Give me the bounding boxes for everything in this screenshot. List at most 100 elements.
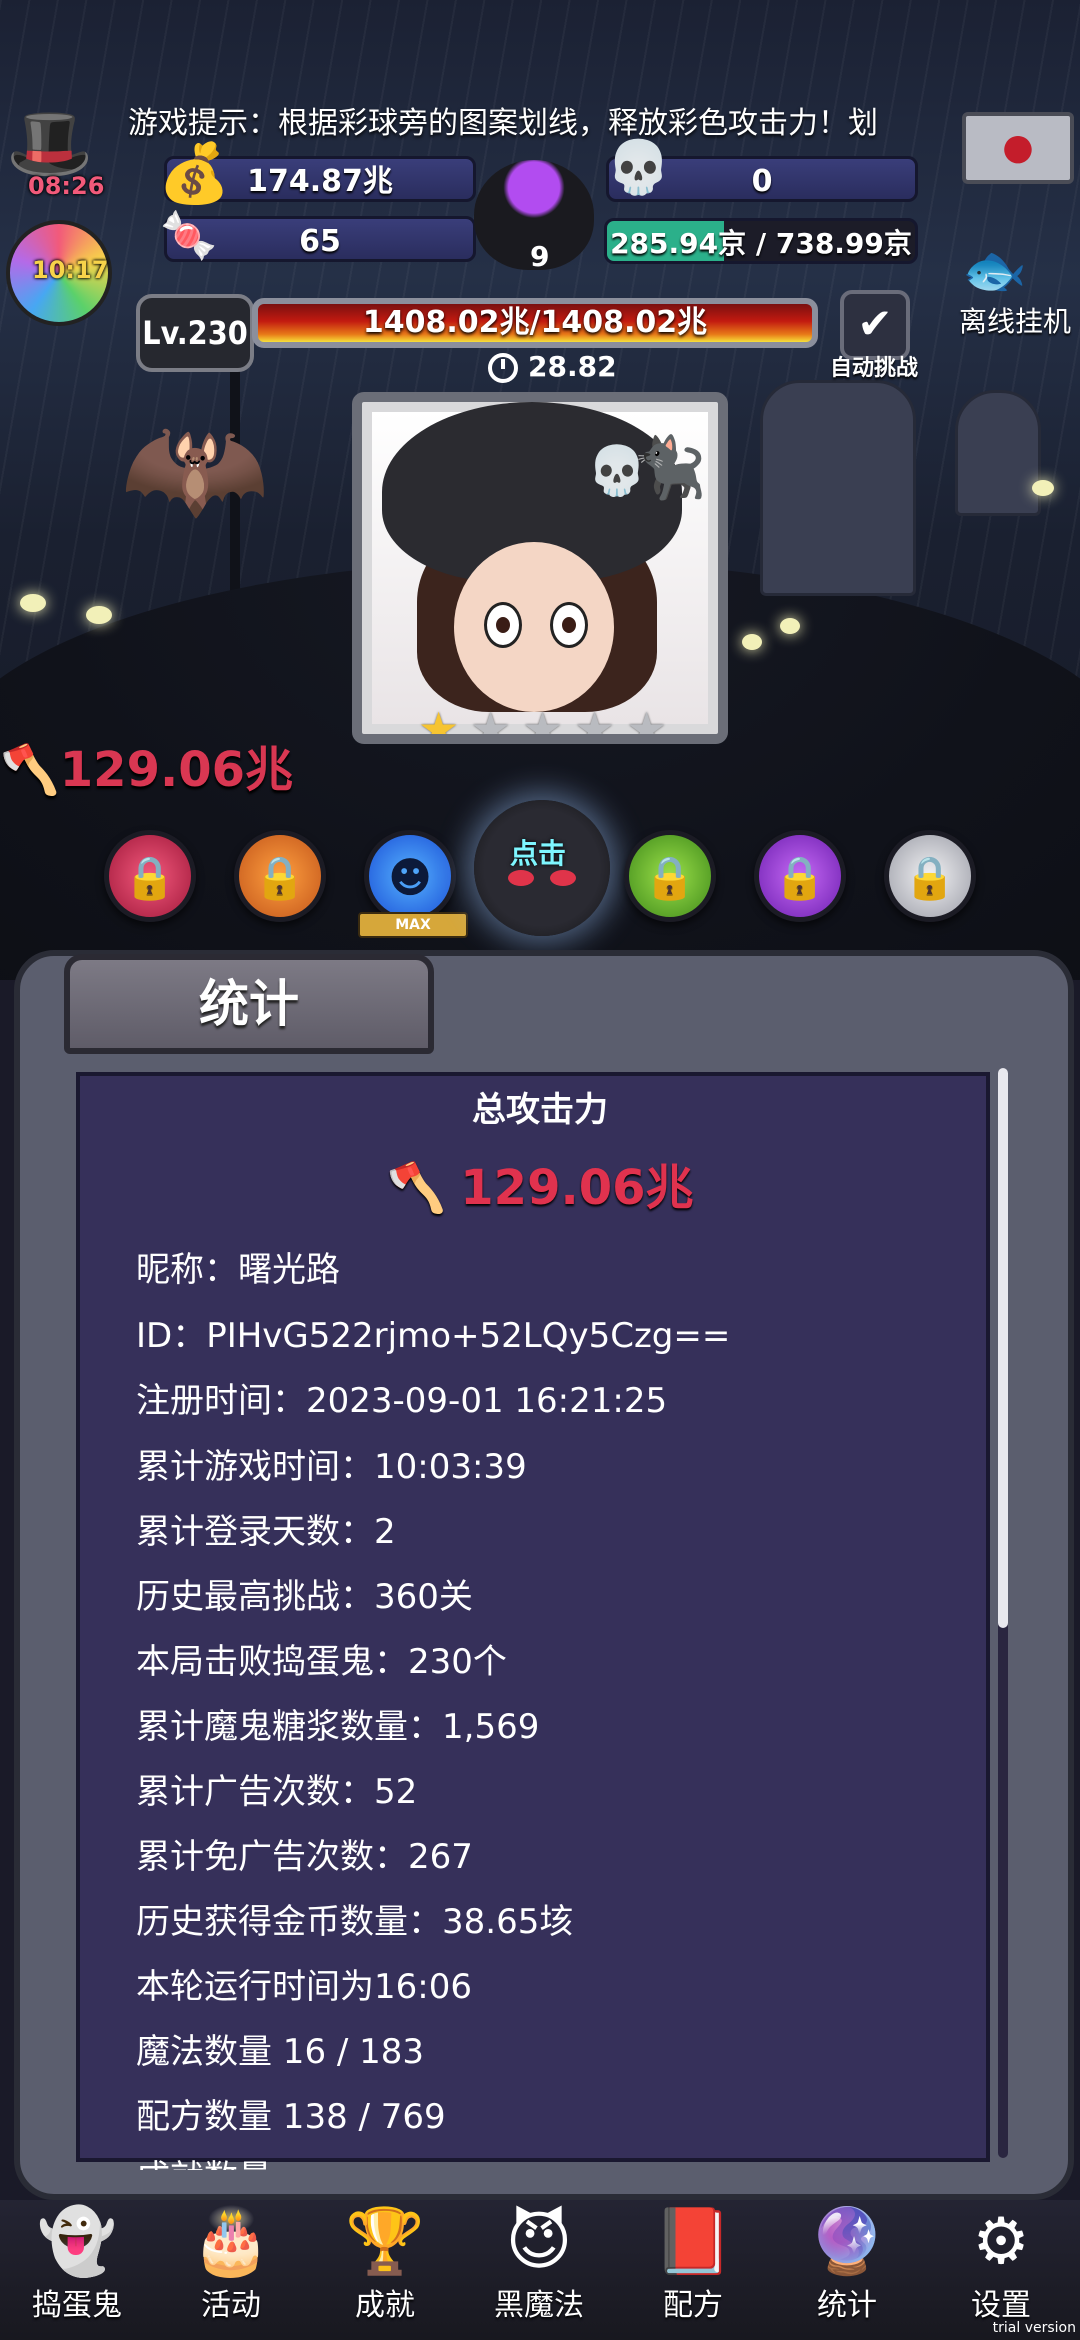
crystal-ball-icon: 🔮 bbox=[807, 2205, 887, 2279]
star-icon: ★ bbox=[470, 702, 512, 744]
cake-icon: 🎂 bbox=[191, 2205, 271, 2279]
lock-icon: 🔒 bbox=[253, 853, 307, 902]
stat-ad-free: 累计免广告次数：267 bbox=[136, 1837, 473, 1877]
progress-value: 285.94京 / 738.99京 bbox=[610, 227, 912, 260]
check-icon: ✔ bbox=[857, 299, 893, 348]
gold-bag-icon: 💰 bbox=[158, 139, 231, 207]
mail-icon[interactable]: ● bbox=[962, 112, 1074, 184]
nav-troublemaker[interactable]: 👻 捣蛋鬼 bbox=[2, 2204, 152, 2324]
nav-statistics[interactable]: 🔮 统计 bbox=[772, 2204, 922, 2324]
ghost-face-icon: ☻ bbox=[388, 853, 432, 902]
gear-icon: ⚙ bbox=[972, 2205, 1030, 2279]
nav-recipes[interactable]: 📕 配方 bbox=[618, 2204, 768, 2324]
stat-play-time: 累计游戏时间：10:03:39 bbox=[136, 1447, 527, 1487]
stat-recipe-count: 配方数量 138 / 769 bbox=[136, 2097, 446, 2137]
boss-timer-value: 28.82 bbox=[528, 350, 617, 383]
total-attack: 🪓 129.06兆 bbox=[0, 1148, 1080, 1218]
stat-login-days: 累计登录天数：2 bbox=[136, 1512, 396, 1552]
level-badge: Lv.230 bbox=[136, 294, 254, 372]
witch-eye bbox=[484, 602, 522, 648]
witch-face bbox=[454, 542, 614, 712]
bat-icon: 🦇 bbox=[120, 400, 270, 539]
lock-icon: 🔒 bbox=[773, 853, 827, 902]
candy-icon: 🍬 bbox=[160, 208, 218, 262]
nav-label: 配方 bbox=[663, 2288, 723, 2323]
glowing-eye bbox=[1032, 480, 1054, 496]
offline-idle-button[interactable]: 离线挂机 bbox=[955, 300, 1075, 340]
hat-timer: 08:26 bbox=[28, 172, 105, 200]
candy-value: 65 bbox=[299, 224, 341, 259]
stat-achievement-count: 成就数量 bbox=[136, 2150, 272, 2170]
nav-label: 活动 bbox=[201, 2288, 261, 2323]
cauldron-count: 9 bbox=[530, 240, 550, 273]
demon-eye bbox=[550, 870, 576, 886]
nav-label: 捣蛋鬼 bbox=[32, 2288, 122, 2323]
stat-nickname: 昵称：曙光路 bbox=[136, 1250, 340, 1290]
witch-hat-icon[interactable]: 🎩 bbox=[6, 108, 93, 178]
nav-settings[interactable]: ⚙ 设置 bbox=[926, 2204, 1076, 2324]
stats-tab-title: 统计 bbox=[64, 954, 434, 1054]
black-cat-icon: 🐈‍⬛ bbox=[632, 433, 707, 503]
demon-eye bbox=[508, 870, 534, 886]
boss-timer: 28.82 bbox=[488, 350, 617, 383]
magic-ball-red[interactable]: 🔒 bbox=[104, 830, 196, 922]
ghost-icon: 👻 bbox=[37, 2205, 117, 2279]
nav-black-magic[interactable]: 😈 黑魔法 bbox=[464, 2204, 614, 2324]
boss-hp-bar: 1408.02兆/1408.02兆 bbox=[252, 298, 818, 348]
star-icon: ★ bbox=[574, 702, 616, 744]
gold-value: 174.87兆 bbox=[247, 164, 393, 199]
nav-label: 设置 bbox=[971, 2288, 1031, 2323]
glowing-eye bbox=[742, 634, 762, 650]
stat-magic-count: 魔法数量 16 / 183 bbox=[136, 2032, 425, 2072]
scene-attack-value: 129.06兆 bbox=[59, 742, 293, 798]
progress-display: 285.94京 / 738.99京 bbox=[604, 218, 918, 264]
lock-icon: 🔒 bbox=[643, 853, 697, 902]
skull-value: 0 bbox=[751, 164, 773, 199]
magic-ball-white[interactable]: 🔒 bbox=[884, 830, 976, 922]
game-tip: 游戏提示：根据彩球旁的图案划线，释放彩色攻击力！划 bbox=[128, 106, 878, 141]
boss-portrait[interactable]: 💀 🐈‍⬛ ★ ★ ★ ★ ★ bbox=[352, 392, 728, 744]
auto-challenge-label[interactable]: 自动挑战 bbox=[830, 350, 918, 382]
glowing-eye bbox=[86, 606, 112, 624]
tombstone bbox=[955, 390, 1041, 516]
magic-ball-purple[interactable]: 🔒 bbox=[754, 830, 846, 922]
fish-bone-icon[interactable]: 🐟 bbox=[962, 240, 1027, 301]
total-attack-title: 总攻击力 bbox=[472, 1090, 608, 1130]
book-icon: 📕 bbox=[653, 2205, 733, 2279]
stat-highest-challenge: 历史最高挑战：360关 bbox=[136, 1577, 473, 1617]
candy-timer: 10:17 bbox=[32, 256, 109, 284]
magic-ball-blue[interactable]: ☻ bbox=[364, 830, 456, 922]
lock-icon: 🔒 bbox=[123, 853, 177, 902]
magic-ball-orange[interactable]: 🔒 bbox=[234, 830, 326, 922]
nav-label: 统计 bbox=[817, 2288, 877, 2323]
star-icon: ★ bbox=[626, 702, 668, 744]
stat-defeated: 本局击败捣蛋鬼：230个 bbox=[136, 1642, 507, 1682]
magic-ball-green[interactable]: 🔒 bbox=[624, 830, 716, 922]
lock-icon: 🔒 bbox=[903, 853, 957, 902]
stat-syrup: 累计魔鬼糖浆数量：1,569 bbox=[136, 1707, 540, 1747]
stat-id: ID：PIHvG522rjmo+52LQy5Czg== bbox=[136, 1316, 731, 1356]
demon-icon: 😈 bbox=[505, 2205, 573, 2279]
stat-register-time: 注册时间：2023-09-01 16:21:25 bbox=[136, 1381, 668, 1421]
nav-label: 成就 bbox=[355, 2288, 415, 2323]
stat-gold-earned: 历史获得金币数量：38.65垓 bbox=[136, 1902, 574, 1942]
nav-achievements[interactable]: 🏆 成就 bbox=[310, 2204, 460, 2324]
witch-eye bbox=[550, 602, 588, 648]
nav-events[interactable]: 🎂 活动 bbox=[156, 2204, 306, 2324]
star-icon: ★ bbox=[522, 702, 564, 744]
max-badge: MAX bbox=[358, 912, 468, 938]
total-attack-value: 129.06兆 bbox=[460, 1160, 694, 1216]
glowing-eye bbox=[780, 618, 800, 634]
tombstone bbox=[760, 380, 916, 596]
scene-attack: 🪓129.06兆 bbox=[0, 730, 293, 800]
glowing-eye bbox=[20, 594, 46, 612]
skull-potion-icon: 💀 bbox=[606, 138, 671, 198]
axe-icon: 🪓 bbox=[0, 742, 60, 798]
star-icon: ★ bbox=[418, 702, 460, 744]
nav-label: 黑魔法 bbox=[494, 2288, 584, 2323]
clock-icon bbox=[488, 353, 518, 383]
stat-ads: 累计广告次数：52 bbox=[136, 1772, 418, 1812]
tap-label[interactable]: 点击 bbox=[510, 832, 566, 872]
stat-run-time: 本轮运行时间为16:06 bbox=[136, 1967, 472, 2007]
trial-watermark: trial version bbox=[992, 2320, 1076, 2336]
